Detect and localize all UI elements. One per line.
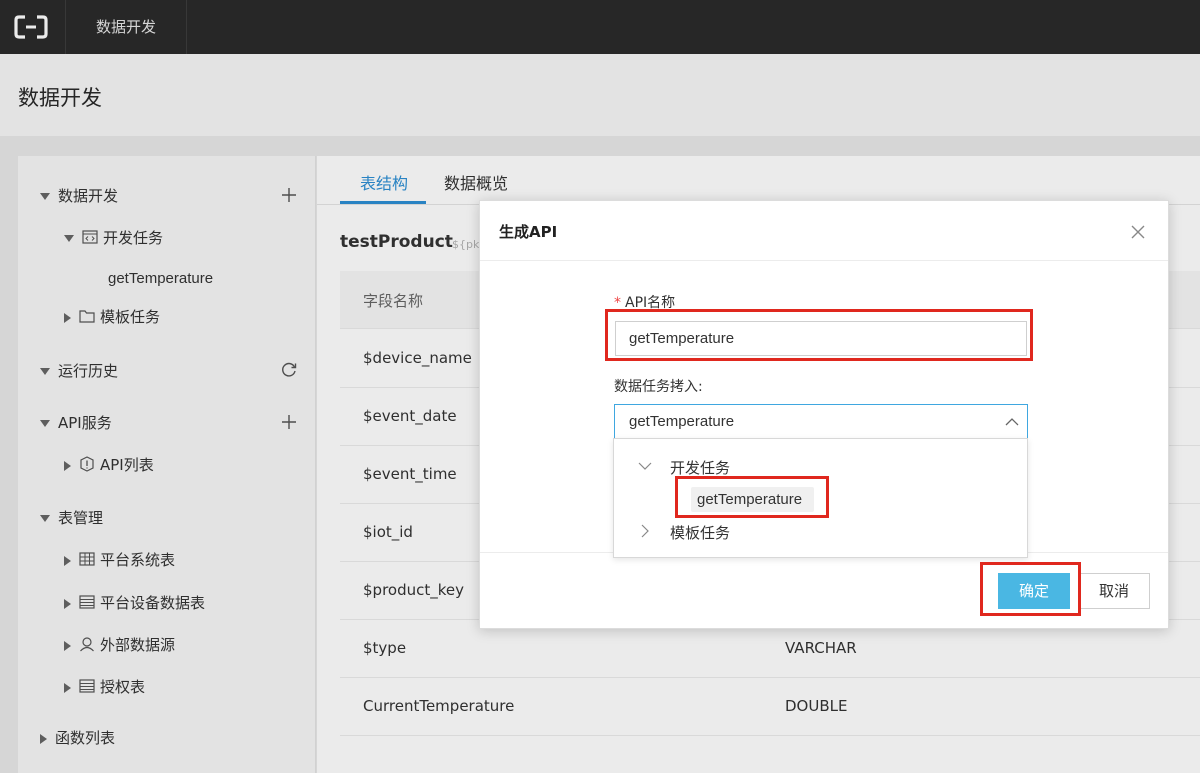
task-import-label: 数据任务拷入:: [614, 379, 703, 395]
cancel-button[interactable]: 取消: [1078, 573, 1150, 609]
chevron-right-icon[interactable]: [640, 524, 650, 538]
chevron-up-icon: [1005, 418, 1019, 426]
dialog-header: 生成API: [480, 201, 1168, 261]
highlight-box: [675, 476, 829, 518]
task-select[interactable]: getTemperature: [614, 404, 1028, 440]
close-icon[interactable]: [1130, 224, 1146, 240]
dropdown-group-dev-tasks[interactable]: 开发任务: [670, 457, 730, 478]
dropdown-group-template-tasks[interactable]: 模板任务: [670, 522, 730, 543]
task-select-value: getTemperature: [629, 413, 735, 430]
highlight-box: [605, 309, 1033, 361]
highlight-box: [980, 562, 1081, 616]
dialog-title: 生成API: [499, 223, 558, 241]
chevron-down-icon[interactable]: [638, 461, 652, 471]
